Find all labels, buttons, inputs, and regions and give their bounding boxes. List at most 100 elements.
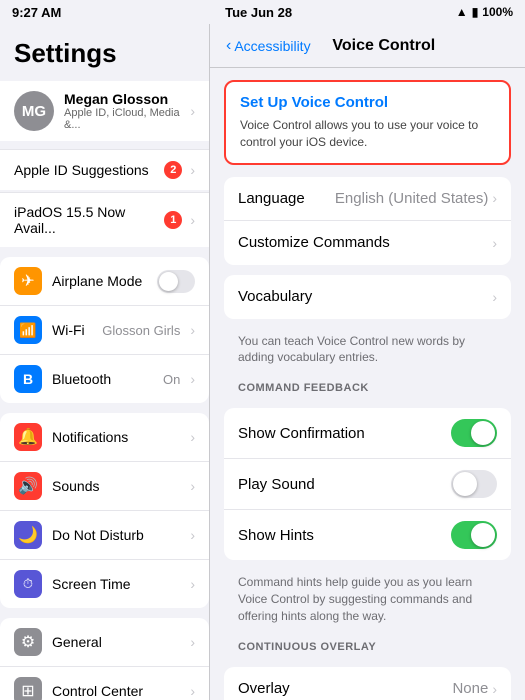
back-button[interactable]: ‹ Accessibility [226,37,311,55]
chevron-icon: › [190,212,195,228]
profile-name: Megan Glosson [64,91,180,107]
sidebar-item-sounds[interactable]: 🔊 Sounds › [0,462,209,511]
chevron-icon: › [190,322,195,338]
battery-icon: ▮ [472,5,479,19]
screen-time-icon: ⏱ [14,570,42,598]
play-sound-row[interactable]: Play Sound [224,459,511,510]
setup-title: Set Up Voice Control [240,94,495,111]
right-nav: ‹ Accessibility Voice Control [210,24,525,68]
notifications-icon: 🔔 [14,423,42,451]
setup-desc: Voice Control allows you to use your voi… [240,117,495,151]
overlay-value: None [452,680,488,697]
chevron-icon: › [190,103,195,119]
chevron-icon: › [492,190,497,206]
update-label: iPadOS 15.5 Now Avail... [14,204,156,236]
sidebar-title: Settings [0,24,209,77]
sidebar-item-general[interactable]: ⚙ General › [0,618,209,667]
sounds-label: Sounds [52,478,180,494]
vocabulary-row[interactable]: Vocabulary › [224,275,511,319]
setup-voice-control-box[interactable]: Set Up Voice Control Voice Control allow… [224,80,511,165]
show-hints-toggle[interactable] [451,521,497,549]
back-label: Accessibility [234,38,310,54]
settings-group-connectivity: ✈ Airplane Mode 📶 Wi-Fi Glosson Girls › … [0,257,209,403]
overlay-label: Overlay [238,680,452,697]
language-row[interactable]: Language English (United States) › [224,177,511,221]
command-feedback-note: Command hints help guide you as you lear… [210,570,525,634]
battery-percent: 100% [482,5,513,19]
chevron-icon: › [190,576,195,592]
right-panel: ‹ Accessibility Voice Control Set Up Voi… [210,24,525,700]
show-confirmation-label: Show Confirmation [238,425,451,442]
language-value: English (United States) [335,190,488,207]
apple-id-suggestions-row[interactable]: Apple ID Suggestions 2 › [0,149,209,190]
sidebar: Settings MG Megan Glosson Apple ID, iClo… [0,24,210,700]
language-label: Language [238,190,335,207]
settings-group-notifications: 🔔 Notifications › 🔊 Sounds › 🌙 Do Not Di… [0,413,209,608]
sounds-icon: 🔊 [14,472,42,500]
wifi-label: Wi-Fi [52,322,92,338]
settings-group-system: ⚙ General › ⊞ Control Center › AA Displa… [0,618,209,700]
page-title: Voice Control [319,37,449,55]
language-commands-group: Language English (United States) › Custo… [224,177,511,265]
sidebar-item-notifications[interactable]: 🔔 Notifications › [0,413,209,462]
profile-sub: Apple ID, iCloud, Media &... [64,107,180,131]
sidebar-item-control-center[interactable]: ⊞ Control Center › [0,667,209,700]
play-sound-label: Play Sound [238,476,451,493]
notifications-label: Notifications [52,429,180,445]
chevron-icon: › [190,162,195,178]
sidebar-item-airplane-mode[interactable]: ✈ Airplane Mode [0,257,209,306]
continuous-overlay-header: CONTINUOUS OVERLAY [210,635,525,657]
profile-item[interactable]: MG Megan Glosson Apple ID, iCloud, Media… [0,81,209,141]
suggestions-label: Apple ID Suggestions [14,162,156,178]
vocabulary-label: Vocabulary [238,288,492,305]
airplane-label: Airplane Mode [52,273,147,289]
play-sound-toggle[interactable] [451,470,497,498]
control-center-icon: ⊞ [14,677,42,700]
screen-time-label: Screen Time [52,576,180,592]
update-badge: 1 [164,211,182,229]
status-icons: ▲ ▮ 100% [456,5,513,19]
control-center-label: Control Center [52,683,180,699]
back-chevron-icon: ‹ [226,37,231,55]
overlay-row[interactable]: Overlay None › [224,667,511,700]
chevron-icon: › [190,478,195,494]
avatar: MG [14,91,54,131]
wifi-icon: ▲ [456,5,468,19]
chevron-icon: › [492,289,497,305]
chevron-icon: › [190,683,195,699]
bluetooth-label: Bluetooth [52,371,153,387]
chevron-icon: › [190,527,195,543]
show-confirmation-toggle[interactable] [451,419,497,447]
chevron-icon: › [492,681,497,697]
status-bar: 9:27 AM Tue Jun 28 ▲ ▮ 100% [0,0,525,24]
vocabulary-note: You can teach Voice Control new words by… [210,329,525,377]
sidebar-item-dnd[interactable]: 🌙 Do Not Disturb › [0,511,209,560]
chevron-icon: › [492,235,497,251]
general-icon: ⚙ [14,628,42,656]
general-label: General [52,634,180,650]
chevron-icon: › [190,634,195,650]
bluetooth-value: On [163,372,180,387]
suggestions-badge: 2 [164,161,182,179]
sidebar-item-wifi[interactable]: 📶 Wi-Fi Glosson Girls › [0,306,209,355]
show-hints-row[interactable]: Show Hints [224,510,511,560]
main-layout: Settings MG Megan Glosson Apple ID, iClo… [0,24,525,700]
airplane-icon: ✈ [14,267,42,295]
chevron-icon: › [190,371,195,387]
airplane-toggle[interactable] [157,270,195,293]
customize-commands-row[interactable]: Customize Commands › [224,221,511,265]
sidebar-item-bluetooth[interactable]: B Bluetooth On › [0,355,209,403]
overlay-group: Overlay None › [224,667,511,700]
show-confirmation-row[interactable]: Show Confirmation [224,408,511,459]
wifi-value: Glosson Girls [102,323,180,338]
status-time: 9:27 AM [12,5,61,20]
command-feedback-group: Show Confirmation Play Sound Show Hints [224,408,511,560]
vocabulary-group: Vocabulary › [224,275,511,319]
dnd-label: Do Not Disturb [52,527,180,543]
chevron-icon: › [190,429,195,445]
customize-commands-label: Customize Commands [238,234,492,251]
ipad-update-row[interactable]: iPadOS 15.5 Now Avail... 1 › [0,192,209,247]
command-feedback-header: COMMAND FEEDBACK [210,376,525,398]
profile-info: Megan Glosson Apple ID, iCloud, Media &.… [64,91,180,131]
sidebar-item-screen-time[interactable]: ⏱ Screen Time › [0,560,209,608]
